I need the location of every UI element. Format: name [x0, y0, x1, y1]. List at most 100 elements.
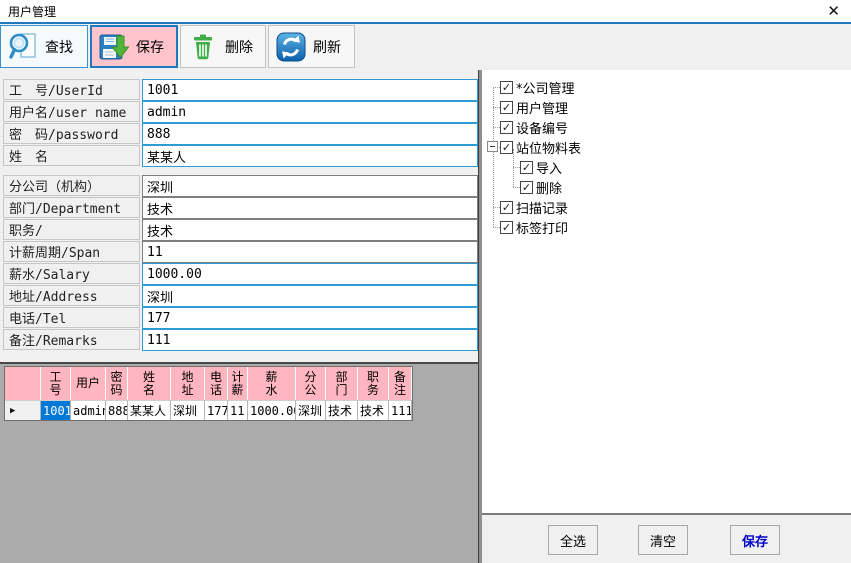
field-input[interactable]: 888 — [142, 123, 478, 145]
grid-header-cell[interactable]: 职 务 — [358, 367, 389, 400]
grid-cell[interactable]: 11 — [228, 400, 248, 420]
field-input[interactable]: 1000.00 — [142, 263, 478, 285]
grid-zone: 工 号用户密 码姓 名地 址电 话计 薪薪 水分 公部 门职 务备 注 ▶100… — [0, 362, 478, 563]
tree-item[interactable]: ✓标签打印 — [486, 217, 847, 237]
grid-cell[interactable]: 深圳 — [171, 400, 205, 420]
grid-header-cell[interactable]: 部 门 — [326, 367, 358, 400]
save-button[interactable]: 保存 — [90, 25, 178, 68]
field-input[interactable]: 177 — [142, 307, 478, 329]
form-section: 工 号/UserId1001用户名/user nameadmin密 码/pass… — [3, 79, 478, 351]
field-input[interactable]: 111 — [142, 329, 478, 351]
permission-tree: ✓*公司管理✓用户管理✓设备编号✓站位物料表✓导入✓删除✓扫描记录✓标签打印 — [486, 77, 847, 237]
grid-cell[interactable]: 1001 — [41, 400, 71, 420]
tree-item[interactable]: ✓*公司管理 — [486, 77, 847, 97]
checkbox-icon[interactable]: ✓ — [500, 101, 513, 114]
grid-cell[interactable]: 深圳 — [296, 400, 326, 420]
delete-button-label: 删除 — [225, 37, 253, 57]
checkbox-icon[interactable]: ✓ — [520, 161, 533, 174]
form-row: 计薪周期/Span11 — [3, 241, 478, 263]
field-input[interactable]: 某某人 — [142, 145, 478, 167]
checkbox-icon[interactable]: ✓ — [500, 201, 513, 214]
find-button[interactable]: 查找 — [0, 25, 88, 68]
checkbox-icon[interactable]: ✓ — [500, 221, 513, 234]
form-row: 用户名/user nameadmin — [3, 101, 478, 123]
tree-connector — [493, 107, 500, 108]
field-input[interactable]: 技术 — [142, 219, 478, 241]
grid-cell[interactable]: 1000.00 — [248, 400, 296, 420]
refresh-icon — [275, 31, 307, 63]
user-management-window: 用户管理 ✕ 查找 保存 — [0, 0, 851, 563]
form-row: 职务/技术 — [3, 219, 478, 241]
refresh-button[interactable]: 刷新 — [268, 25, 355, 68]
tree-item[interactable]: ✓删除 — [486, 177, 847, 197]
delete-button[interactable]: 删除 — [180, 25, 266, 68]
form-row: 部门/Department技术 — [3, 197, 478, 219]
magnifier-document-icon — [7, 31, 39, 63]
grid-header-cell[interactable]: 计 薪 — [228, 367, 248, 400]
tree-item[interactable]: ✓站位物料表 — [486, 137, 847, 157]
form-row: 姓 名某某人 — [3, 145, 478, 167]
tree-item-label: 设备编号 — [516, 118, 568, 137]
tree-expander-icon[interactable] — [487, 141, 498, 152]
checkbox-icon[interactable]: ✓ — [500, 81, 513, 94]
field-label: 工 号/UserId — [3, 79, 140, 100]
field-input[interactable]: 技术 — [142, 197, 478, 219]
form-row: 薪水/Salary1000.00 — [3, 263, 478, 285]
field-label: 密 码/password — [3, 123, 140, 144]
grid-header-row: 工 号用户密 码姓 名地 址电 话计 薪薪 水分 公部 门职 务备 注 — [5, 367, 412, 400]
field-input[interactable]: 深圳 — [142, 285, 478, 307]
field-label: 电话/Tel — [3, 307, 140, 328]
grid-cell[interactable]: 某某人 — [128, 400, 171, 420]
grid-cell[interactable]: 技术 — [358, 400, 389, 420]
tree-item[interactable]: ✓用户管理 — [486, 97, 847, 117]
tree-item[interactable]: ✓扫描记录 — [486, 197, 847, 217]
tree-item-label: *公司管理 — [516, 78, 575, 97]
field-input[interactable]: 1001 — [142, 79, 478, 101]
grid-header-cell[interactable]: 工 号 — [41, 367, 71, 400]
field-label: 计薪周期/Span — [3, 241, 140, 262]
tree-item[interactable]: ✓导入 — [486, 157, 847, 177]
grid-header-cell[interactable]: 密 码 — [106, 367, 128, 400]
tree-connector — [493, 207, 500, 208]
tree-item[interactable]: ✓设备编号 — [486, 117, 847, 137]
grid-header-cell[interactable]: 备 注 — [389, 367, 412, 400]
save-icon — [98, 31, 130, 63]
grid-cell[interactable]: 技术 — [326, 400, 358, 420]
field-label: 姓 名 — [3, 145, 140, 166]
grid-header-cell[interactable]: 地 址 — [171, 367, 205, 400]
grid-header-cell[interactable]: 用户 — [71, 367, 106, 400]
field-label: 分公司（机构） — [3, 175, 140, 196]
clear-button[interactable]: 清空 — [638, 525, 688, 555]
find-button-label: 查找 — [45, 37, 73, 57]
tree-save-button[interactable]: 保存 — [730, 525, 780, 555]
grid-header-cell[interactable]: 电 话 — [205, 367, 228, 400]
select-all-button[interactable]: 全选 — [548, 525, 598, 555]
field-label: 薪水/Salary — [3, 263, 140, 284]
tree-connector — [513, 167, 520, 168]
grid-cell[interactable]: 177 — [205, 400, 228, 420]
grid-corner-cell[interactable] — [5, 367, 41, 400]
field-label: 地址/Address — [3, 285, 140, 306]
field-label: 用户名/user name — [3, 101, 140, 122]
checkbox-icon[interactable]: ✓ — [500, 121, 513, 134]
checkbox-icon[interactable]: ✓ — [520, 181, 533, 194]
field-input[interactable]: 深圳 — [142, 175, 478, 197]
tree-item-label: 删除 — [536, 178, 562, 197]
grid-cell[interactable]: 111 — [389, 400, 412, 420]
grid-header-cell[interactable]: 分 公 — [296, 367, 326, 400]
tree-item-label: 站位物料表 — [516, 138, 581, 157]
grid-header-cell[interactable]: 薪 水 — [248, 367, 296, 400]
field-input[interactable]: admin — [142, 101, 478, 123]
grid-cell[interactable]: 888 — [106, 400, 128, 420]
form-row: 密 码/password888 — [3, 123, 478, 145]
form-row: 分公司（机构）深圳 — [3, 175, 478, 197]
grid-cell[interactable]: admin — [71, 400, 106, 420]
row-selector-icon[interactable]: ▶ — [5, 400, 41, 420]
field-input[interactable]: 11 — [142, 241, 478, 263]
close-icon[interactable]: ✕ — [827, 2, 840, 20]
grid-header-cell[interactable]: 姓 名 — [128, 367, 171, 400]
right-panel: ✓*公司管理✓用户管理✓设备编号✓站位物料表✓导入✓删除✓扫描记录✓标签打印 全… — [482, 70, 851, 563]
tree-connector — [513, 187, 520, 188]
save-button-label: 保存 — [136, 37, 164, 57]
checkbox-icon[interactable]: ✓ — [500, 141, 513, 154]
